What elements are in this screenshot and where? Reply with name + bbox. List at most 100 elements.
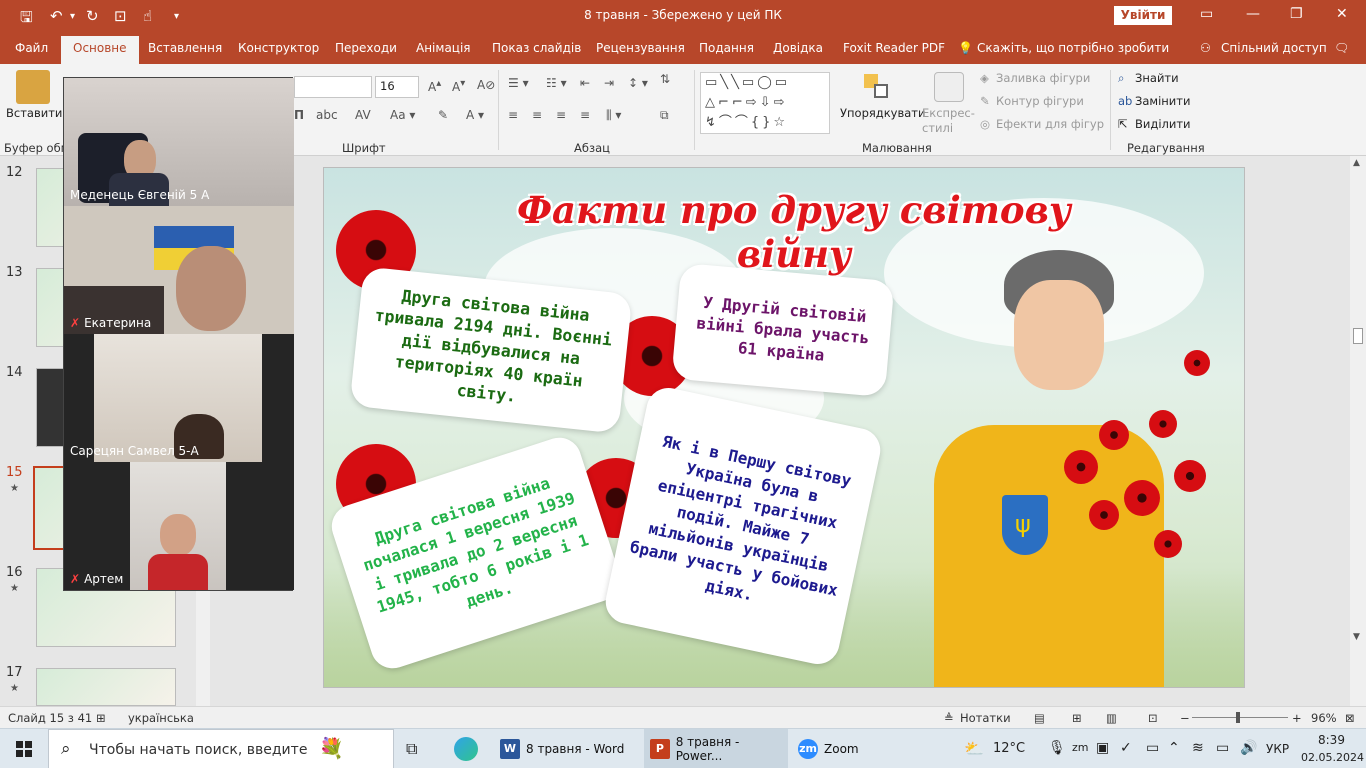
paragraph-group-label: Абзац	[574, 141, 610, 155]
tab-slideshow[interactable]: Показ слайдів	[492, 41, 581, 55]
zoom-slider[interactable]	[1192, 717, 1288, 718]
notes-icon[interactable]: ≜	[944, 711, 954, 725]
ribbon-display-options-icon[interactable]: ▭	[1200, 6, 1213, 22]
font-color-icon: A ▾	[466, 108, 485, 122]
animation-star-icon: ★	[10, 683, 19, 694]
zoom-out-icon[interactable]: −	[1180, 711, 1190, 725]
clear-format-icon: A⊘	[477, 78, 496, 92]
show-hidden-icons[interactable]: ⌃	[1168, 740, 1180, 756]
microphone-icon[interactable]: 🎙	[1048, 740, 1066, 756]
arrange-icon[interactable]	[862, 72, 892, 102]
editor-scrollbar[interactable]: ▲ ▼	[1350, 156, 1366, 706]
tab-transitions[interactable]: Переходи	[335, 41, 397, 55]
slide-sorter-icon[interactable]: ⊞	[1072, 711, 1082, 725]
shapes-gallery[interactable]: ▭╲╲▭◯▭ △⌐⌐⇨⇩⇨ ↯⌒⌒{}☆	[700, 72, 830, 134]
font-size-box[interactable]: 16	[375, 76, 419, 98]
notes-button[interactable]: Нотатки	[960, 711, 1011, 725]
bold-icon: П	[294, 108, 305, 122]
task-view-icon[interactable]: ⧉	[406, 739, 417, 759]
shape-effects-icon: ◎	[980, 117, 991, 131]
shape-effects-button[interactable]: Ефекти для фігур	[996, 117, 1104, 131]
bullets-icon: ☰ ▾	[508, 76, 529, 90]
select-button[interactable]: Виділити	[1135, 117, 1191, 131]
network-icon[interactable]: ▭	[1146, 740, 1159, 756]
wifi-icon[interactable]: ≋	[1192, 740, 1204, 756]
participant-tile[interactable]: ✗ Артем	[64, 462, 294, 590]
arrange-button[interactable]: Упорядкувати	[840, 106, 925, 120]
fact-card-ukraine[interactable]: Як і в Першу світову Україна була в епіц…	[601, 383, 885, 669]
drawing-group-label: Малювання	[862, 141, 932, 155]
participant-tile[interactable]: Сарецян Самвел 5-А	[64, 334, 294, 462]
share-button[interactable]: Спільний доступ	[1221, 41, 1327, 55]
edge-icon[interactable]	[454, 737, 478, 761]
slide-canvas[interactable]: Факти про другу світову війну ψ Друга св…	[323, 167, 1245, 688]
paste-button[interactable]: Вставити	[6, 106, 62, 120]
maximize-button[interactable]: ❐	[1290, 6, 1303, 22]
tab-view[interactable]: Подання	[699, 41, 754, 55]
powerpoint-icon: P	[650, 739, 670, 759]
shape-outline-icon: ✎	[980, 94, 990, 108]
zoom-video-panel[interactable]: Меденець Євгеній 5 А ✗ Екатерина Сарецян …	[63, 77, 294, 591]
spellcheck-icon[interactable]: ⊞	[96, 711, 106, 725]
comments-icon[interactable]: 🗨	[1334, 41, 1349, 55]
share-icon[interactable]: ⚇	[1200, 41, 1211, 55]
volume-icon[interactable]: 🔊	[1240, 740, 1257, 756]
sign-in-button[interactable]: Увійти	[1114, 6, 1172, 25]
slideshow-icon[interactable]: ⊡	[1148, 711, 1158, 725]
quick-styles-icon[interactable]	[934, 72, 964, 102]
close-button[interactable]: ✕	[1336, 6, 1348, 22]
participant-tile[interactable]: Меденець Євгеній 5 А	[64, 78, 294, 206]
quick-styles-button[interactable]: Експрес-стилі	[922, 106, 975, 136]
start-icon[interactable]	[16, 741, 32, 757]
tab-home[interactable]: Основне	[61, 36, 139, 64]
taskbar-app-powerpoint[interactable]: P 8 травня - Power...	[644, 729, 788, 768]
fit-to-window-icon[interactable]: ⊠	[1345, 711, 1355, 725]
zoom-slider-thumb[interactable]	[1236, 712, 1240, 723]
zoom-in-icon[interactable]: +	[1292, 711, 1302, 725]
reading-view-icon[interactable]: ▥	[1106, 711, 1117, 725]
tab-design[interactable]: Конструктор	[238, 41, 319, 55]
slide-number: 16	[6, 565, 23, 580]
word-icon: W	[500, 739, 520, 759]
language-indicator[interactable]: українська	[128, 711, 194, 725]
tell-me-box[interactable]: Скажіть, що потрібно зробити	[977, 41, 1169, 55]
tab-help[interactable]: Довідка	[773, 41, 823, 55]
display-icon[interactable]: ▭	[1216, 740, 1229, 756]
tray-app-icon[interactable]: ▣	[1096, 740, 1109, 756]
font-name-box[interactable]	[294, 76, 372, 98]
tab-foxit[interactable]: Foxit Reader PDF	[843, 41, 945, 55]
participant-tile[interactable]: ✗ Екатерина	[64, 206, 294, 334]
search-box[interactable]: ⌕ Чтобы начать поиск, введите 💐	[48, 729, 394, 768]
taskbar-app-word[interactable]: W 8 травня - Word	[500, 729, 640, 768]
weather-temp[interactable]: 12°C	[993, 741, 1025, 756]
decrease-indent-icon: ⇤	[580, 76, 591, 90]
replace-button[interactable]: Замінити	[1135, 94, 1190, 108]
normal-view-icon[interactable]: ▤	[1034, 711, 1045, 725]
fact-card-countries[interactable]: У Другій світовій війні брала участь 61 …	[671, 262, 895, 398]
shape-outline-button[interactable]: Контур фігури	[996, 94, 1084, 108]
animation-star-icon: ★	[10, 483, 19, 494]
tab-animations[interactable]: Анімація	[416, 41, 471, 55]
ribbon-tabs: Файл Основне Вставлення Конструктор Пере…	[0, 32, 1366, 64]
search-icon: ⌕	[61, 739, 71, 759]
zoom-tray-icon[interactable]: zm	[1072, 741, 1089, 754]
tab-insert[interactable]: Вставлення	[148, 41, 222, 55]
shape-fill-button[interactable]: Заливка фігури	[996, 71, 1090, 85]
shrink-font-icon: A▾	[452, 78, 466, 94]
align-center-icon: ≡	[532, 108, 543, 122]
find-button[interactable]: Знайти	[1135, 71, 1179, 85]
keyboard-language[interactable]: УКР	[1266, 742, 1289, 756]
paste-icon[interactable]	[16, 70, 50, 104]
minimize-button[interactable]: —	[1246, 6, 1260, 22]
fact-card-duration[interactable]: Друга світова війна тривала 2194 дні. Во…	[349, 266, 633, 434]
tab-review[interactable]: Рецензування	[596, 41, 685, 55]
tray-app-icon[interactable]: ✓	[1120, 740, 1132, 756]
strikethrough-icon: abc	[316, 108, 338, 122]
weather-icon[interactable]: ⛅	[964, 739, 984, 758]
tab-file[interactable]: Файл	[15, 41, 48, 55]
clock-date[interactable]: 02.05.2024	[1301, 751, 1364, 764]
zoom-level[interactable]: 96%	[1311, 711, 1337, 725]
taskbar-app-zoom[interactable]: zm Zoom	[798, 729, 898, 768]
clock-time[interactable]: 8:39	[1318, 733, 1345, 747]
slide-thumbnail[interactable]	[36, 668, 176, 706]
